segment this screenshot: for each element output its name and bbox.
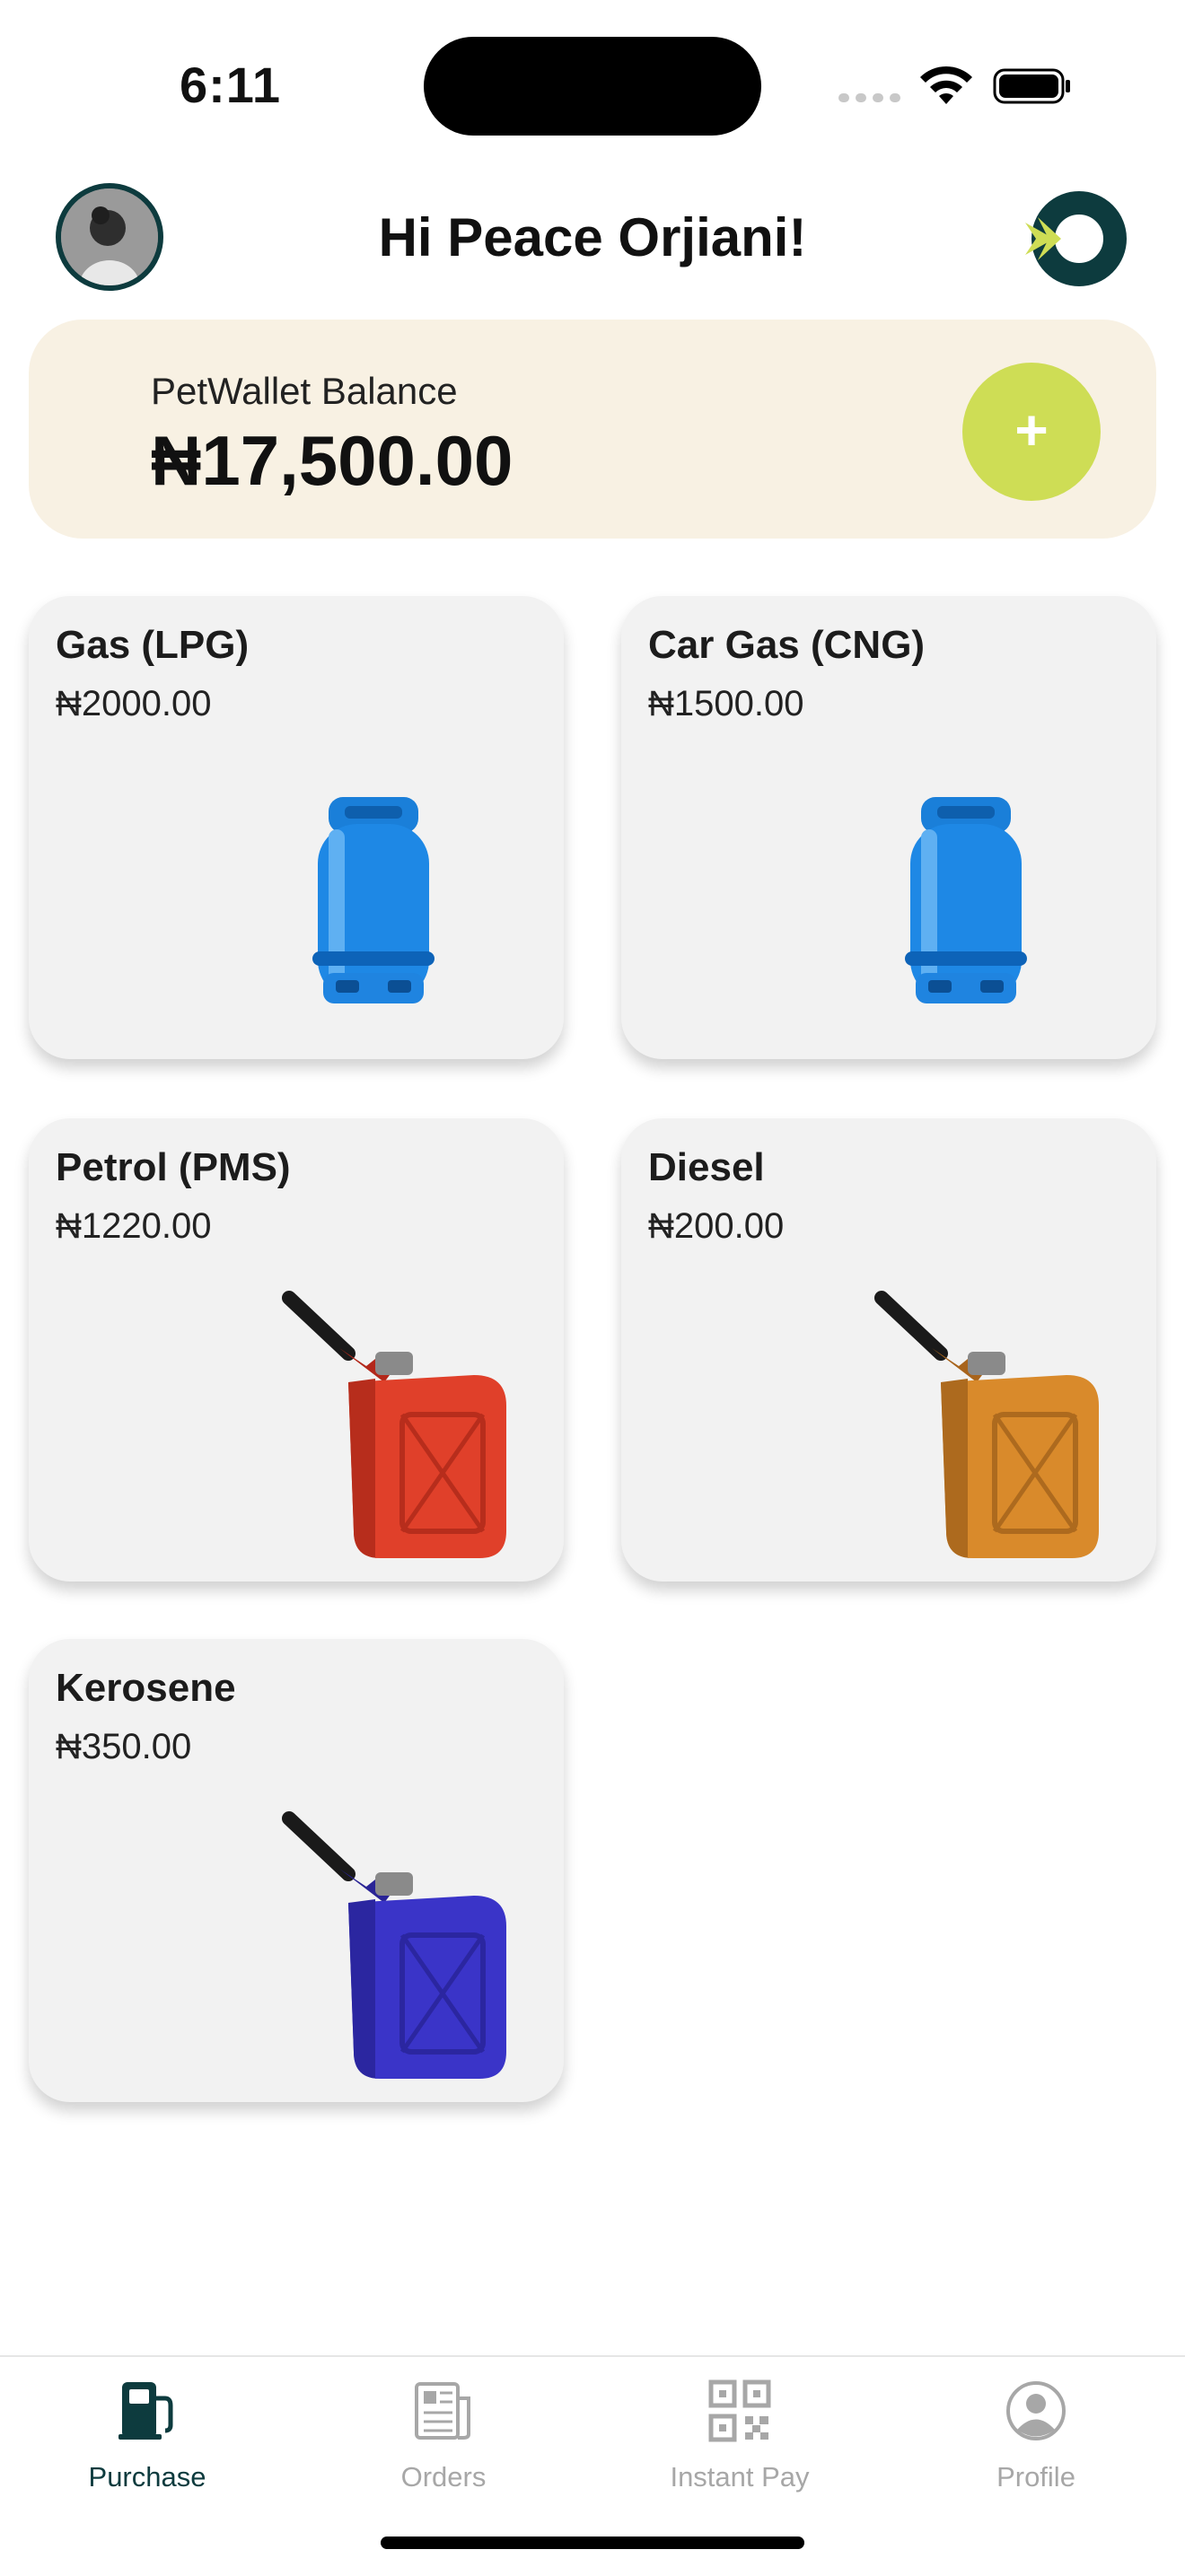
gas-cylinder-icon <box>905 797 1027 1003</box>
wifi-icon <box>920 66 972 104</box>
product-name: Kerosene <box>56 1666 236 1710</box>
product-card-kerosene[interactable]: Kerosene ₦350.00 <box>29 1639 564 2102</box>
profile-icon <box>1006 2381 1066 2440</box>
product-price: ₦1220.00 <box>56 1206 212 1246</box>
header: Hi Peace Orjiani! <box>0 171 1185 305</box>
tab-label: Orders <box>400 2461 487 2493</box>
product-card-cng[interactable]: Car Gas (CNG) ₦1500.00 <box>621 596 1156 1059</box>
product-name: Petrol (PMS) <box>56 1145 291 1189</box>
product-price: ₦1500.00 <box>648 684 804 723</box>
jerry-can-icon <box>282 1291 506 1558</box>
app-logo-icon[interactable] <box>1022 185 1129 293</box>
status-bar: 6:11 <box>0 0 1185 171</box>
qr-code-icon <box>708 2379 771 2442</box>
product-card-diesel[interactable]: Diesel ₦200.00 <box>621 1118 1156 1582</box>
product-price: ₦350.00 <box>56 1727 192 1766</box>
status-time: 6:11 <box>180 57 281 113</box>
product-price: ₦2000.00 <box>56 684 212 723</box>
wallet-balance: ₦17,500.00 <box>151 421 514 500</box>
product-name: Gas (LPG) <box>56 623 250 667</box>
product-price: ₦200.00 <box>648 1206 785 1246</box>
gas-cylinder-icon <box>312 797 434 1003</box>
add-funds-button[interactable]: + <box>962 363 1101 501</box>
tab-profile[interactable]: Profile <box>928 2379 1144 2493</box>
wallet-card: PetWallet Balance ₦17,500.00 + <box>29 320 1156 539</box>
tab-label: Profile <box>996 2461 1075 2493</box>
tab-purchase[interactable]: Purchase <box>40 2379 255 2493</box>
tab-label: Instant Pay <box>670 2461 810 2493</box>
battery-icon <box>993 68 1070 104</box>
dynamic-island <box>424 37 761 136</box>
tab-orders[interactable]: Orders <box>336 2379 551 2493</box>
fuel-pump-icon <box>118 2382 173 2440</box>
jerry-can-icon <box>874 1291 1099 1558</box>
product-name: Car Gas (CNG) <box>648 623 926 667</box>
cellular-signal-icon <box>838 93 901 102</box>
wallet-label: PetWallet Balance <box>151 370 458 412</box>
product-card-petrol[interactable]: Petrol (PMS) ₦1220.00 <box>29 1118 564 1582</box>
home-indicator[interactable] <box>381 2537 804 2549</box>
tab-label: Purchase <box>88 2461 206 2493</box>
jerry-can-icon <box>282 1811 506 2079</box>
orders-icon <box>415 2382 470 2440</box>
page-title: Hi Peace Orjiani! <box>378 207 807 267</box>
product-card-lpg[interactable]: Gas (LPG) ₦2000.00 <box>29 596 564 1059</box>
product-name: Diesel <box>648 1145 765 1189</box>
tab-instant-pay[interactable]: Instant Pay <box>632 2379 847 2493</box>
